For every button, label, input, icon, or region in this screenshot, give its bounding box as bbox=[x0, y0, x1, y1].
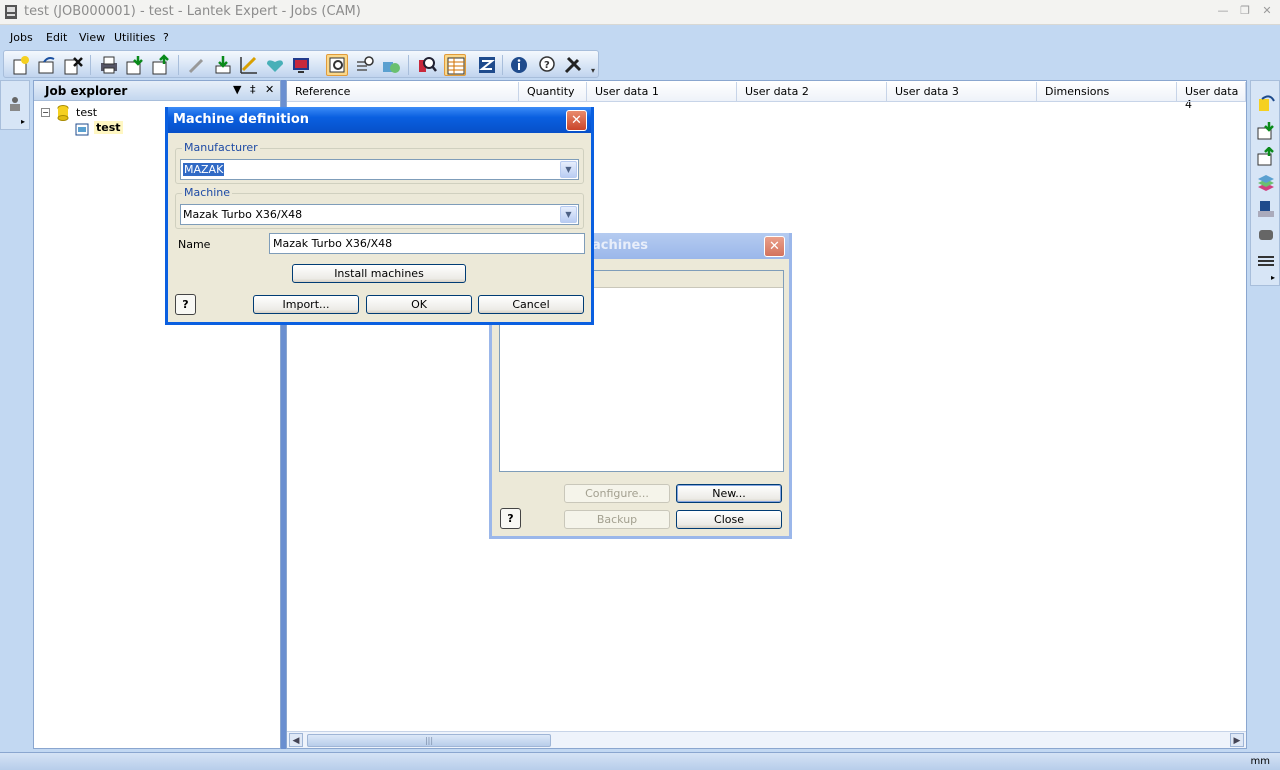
open-job-icon[interactable] bbox=[36, 54, 58, 76]
grid-view-icon[interactable] bbox=[444, 54, 466, 76]
database-icon bbox=[57, 105, 69, 124]
svg-text:?: ? bbox=[544, 60, 550, 71]
column-header-user-data-1[interactable]: User data 1 bbox=[587, 82, 737, 101]
horizontal-scrollbar[interactable]: ◀ ||| ▶ bbox=[287, 731, 1246, 748]
title-bar: test (JOB000001) - test - Lantek Expert … bbox=[0, 0, 1280, 25]
column-header-quantity[interactable]: Quantity bbox=[519, 82, 587, 101]
parts-icon[interactable] bbox=[380, 54, 402, 76]
column-header-user-data-4[interactable]: User data 4 bbox=[1177, 82, 1246, 111]
dropdown-icon[interactable]: ▼ bbox=[233, 83, 241, 96]
main-toolbar: ? ▾ bbox=[3, 50, 599, 78]
tree-collapse-icon[interactable]: − bbox=[41, 108, 50, 117]
status-bar: mm bbox=[0, 752, 1280, 770]
export-icon[interactable] bbox=[150, 54, 172, 76]
menu-utilities[interactable]: Utilities bbox=[114, 31, 155, 44]
machines-close-icon[interactable]: ✕ bbox=[764, 236, 785, 257]
measure-icon[interactable] bbox=[238, 54, 260, 76]
name-label: Name bbox=[178, 238, 211, 251]
machines-dialog-title: achines bbox=[592, 238, 648, 253]
stack-icon[interactable] bbox=[1256, 199, 1276, 222]
machine-select[interactable]: Mazak Turbo X36/X48 ▼ bbox=[180, 204, 579, 225]
menu-help[interactable]: ? bbox=[163, 31, 169, 44]
machine-value: Mazak Turbo X36/X48 bbox=[183, 208, 303, 221]
import-icon[interactable] bbox=[124, 54, 146, 76]
menu-bar: Jobs Edit View Utilities ? bbox=[0, 28, 1280, 48]
tree-item-job[interactable]: test bbox=[94, 121, 123, 134]
close-button[interactable]: Close bbox=[676, 510, 782, 529]
backup-button[interactable]: Backup bbox=[564, 510, 670, 529]
configure-button[interactable]: Configure... bbox=[564, 484, 670, 503]
tools-icon[interactable] bbox=[562, 54, 584, 76]
restore-icon[interactable]: ❐ bbox=[1236, 3, 1254, 19]
chevron-down-icon[interactable]: ▼ bbox=[560, 161, 577, 178]
scroll-right-icon[interactable]: ▶ bbox=[1230, 733, 1244, 747]
ok-button[interactable]: OK bbox=[366, 295, 472, 314]
download-icon[interactable] bbox=[212, 54, 234, 76]
job-explorer-header: Job explorer ▼ ‡ ✕ bbox=[34, 81, 280, 101]
info-icon[interactable] bbox=[508, 54, 530, 76]
export-right-icon[interactable] bbox=[1256, 146, 1276, 170]
window-title: test (JOB000001) - test - Lantek Expert … bbox=[24, 4, 361, 19]
tree-item-root[interactable]: test bbox=[76, 106, 97, 119]
manufacturer-label: Manufacturer bbox=[182, 141, 260, 154]
print-icon[interactable] bbox=[98, 54, 120, 76]
name-field[interactable]: Mazak Turbo X36/X48 bbox=[269, 233, 585, 254]
manufacturer-select[interactable]: MAZAK ▼ bbox=[180, 159, 579, 180]
edit-icon[interactable] bbox=[186, 54, 208, 76]
heart-icon[interactable] bbox=[264, 54, 286, 76]
help-icon[interactable]: ? bbox=[536, 54, 558, 76]
app-icon bbox=[3, 4, 19, 20]
block-icon[interactable] bbox=[1256, 225, 1276, 248]
search-icon[interactable] bbox=[416, 54, 438, 76]
manufacturer-value: MAZAK bbox=[183, 163, 225, 176]
rotate-icon[interactable] bbox=[1256, 93, 1276, 116]
unit-indicator: mm bbox=[1250, 756, 1270, 767]
machine-definition-dialog: Machine definition ✕ Manufacturer MAZAK … bbox=[165, 107, 594, 325]
machine-definition-titlebar: Machine definition ✕ bbox=[168, 107, 591, 133]
close-window-icon[interactable]: ✕ bbox=[1258, 3, 1276, 19]
toolbar-overflow-icon[interactable]: ▾ bbox=[591, 66, 595, 75]
chevron-down-icon[interactable]: ▼ bbox=[560, 206, 577, 223]
list-zoom-icon[interactable] bbox=[354, 54, 376, 76]
column-header-reference[interactable]: Reference bbox=[287, 82, 519, 101]
column-header-dimensions[interactable]: Dimensions bbox=[1037, 82, 1177, 101]
screen-icon[interactable] bbox=[290, 54, 312, 76]
column-header-user-data-2[interactable]: User data 2 bbox=[737, 82, 887, 101]
left-dock-strip: ▸ bbox=[0, 80, 30, 130]
job-explorer-title: Job explorer bbox=[45, 84, 128, 98]
expand-right-icon[interactable]: ▸ bbox=[1271, 273, 1275, 282]
machine-icon[interactable] bbox=[476, 54, 498, 76]
robot-icon[interactable] bbox=[6, 95, 24, 113]
machine-definition-title: Machine definition bbox=[173, 112, 310, 127]
scroll-thumb[interactable]: ||| bbox=[307, 734, 551, 747]
machine-definition-help-icon[interactable]: ? bbox=[175, 294, 196, 315]
pin-icon[interactable]: ‡ bbox=[250, 83, 256, 96]
expand-left-icon[interactable]: ▸ bbox=[21, 117, 25, 126]
install-machines-button[interactable]: Install machines bbox=[292, 264, 466, 283]
machine-definition-close-icon[interactable]: ✕ bbox=[566, 110, 587, 131]
import-button[interactable]: Import... bbox=[253, 295, 359, 314]
menu-edit[interactable]: Edit bbox=[46, 31, 67, 44]
menu-view[interactable]: View bbox=[79, 31, 105, 44]
close-panel-icon[interactable]: ✕ bbox=[265, 83, 274, 96]
machines-help-icon[interactable]: ? bbox=[500, 508, 521, 529]
cancel-button[interactable]: Cancel bbox=[478, 295, 584, 314]
delete-job-icon[interactable] bbox=[62, 54, 84, 76]
sheets-icon[interactable] bbox=[1256, 251, 1276, 274]
import-right-icon[interactable] bbox=[1256, 121, 1276, 144]
machine-label: Machine bbox=[182, 186, 233, 199]
column-header-user-data-3[interactable]: User data 3 bbox=[887, 82, 1037, 101]
minimize-icon[interactable]: — bbox=[1214, 3, 1232, 19]
new-job-icon[interactable] bbox=[10, 54, 32, 76]
preview-icon[interactable] bbox=[326, 54, 348, 76]
right-dock-strip: ▸ bbox=[1250, 80, 1280, 286]
layers-icon[interactable] bbox=[1256, 173, 1276, 196]
job-icon bbox=[75, 122, 89, 139]
new-machine-button[interactable]: New... bbox=[676, 484, 782, 503]
menu-jobs[interactable]: Jobs bbox=[10, 31, 33, 44]
scroll-left-icon[interactable]: ◀ bbox=[289, 733, 303, 747]
